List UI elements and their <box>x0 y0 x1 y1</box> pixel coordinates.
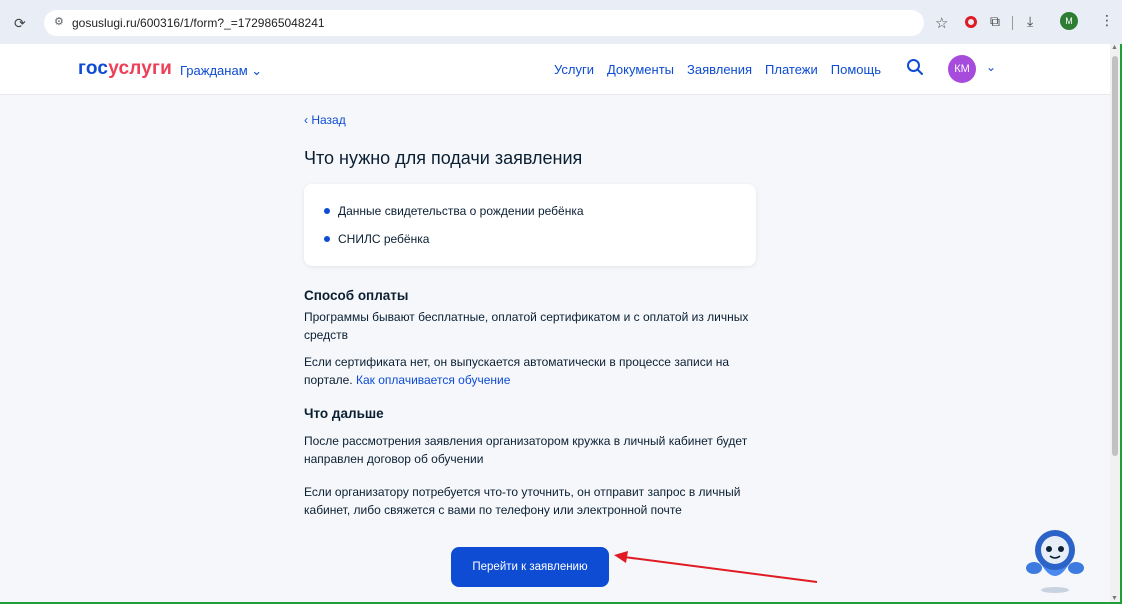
next-paragraph: Если организатору потребуется что-то уто… <box>304 485 741 517</box>
browser-profile-avatar[interactable]: M <box>1060 12 1078 30</box>
bullet-icon <box>324 207 330 214</box>
site-info-icon[interactable]: ⚙ <box>54 15 64 28</box>
chevron-left-icon: ‹ <box>304 113 308 127</box>
bullet-icon <box>324 235 330 242</box>
requirement-text: Данные свидетельства о рождении ребёнка <box>338 204 584 218</box>
opera-extension-icon[interactable] <box>965 16 977 28</box>
toolbar-divider <box>1012 16 1013 30</box>
reload-icon[interactable]: ⟳ <box>14 15 26 32</box>
logo-part-gos: гос <box>78 58 109 79</box>
section-title-next: Что дальше <box>304 406 384 421</box>
annotation-arrow-icon <box>614 551 818 583</box>
next-paragraph: После рассмотрения заявления организатор… <box>304 434 748 466</box>
site-header: госуслуги Гражданам ⌄ Услуги Документы З… <box>0 44 1110 95</box>
list-item: СНИЛС ребёнка <box>324 232 429 246</box>
browser-menu-icon[interactable]: ⋮ <box>1100 12 1114 29</box>
citizens-menu-label: Гражданам <box>180 63 248 78</box>
robot-assistant-icon[interactable] <box>1022 520 1088 596</box>
payment-info-link[interactable]: Как оплачивается обучение <box>356 373 510 387</box>
requirements-card: Данные свидетельства о рождении ребёнка … <box>304 184 756 266</box>
back-link[interactable]: ‹ Назад <box>304 113 346 127</box>
requirement-text: СНИЛС ребёнка <box>338 232 430 246</box>
browser-toolbar: ⟳ ⚙ gosuslugi.ru/600316/1/form?_=1729865… <box>0 0 1122 44</box>
main-nav: Услуги Документы Заявления Платежи Помощ… <box>554 62 881 77</box>
list-item: Данные свидетельства о рождении ребёнка <box>324 204 584 218</box>
user-avatar[interactable]: КМ <box>948 55 976 83</box>
page-content: ‹ Назад Что нужно для подачи заявления Д… <box>0 95 1110 602</box>
section-title-payment: Способ оплаты <box>304 288 409 303</box>
payment-paragraph: Если сертификата нет, он выпускается авт… <box>304 353 774 389</box>
nav-item-applications[interactable]: Заявления <box>687 62 752 77</box>
back-link-label: Назад <box>311 113 346 127</box>
search-icon[interactable] <box>906 58 924 76</box>
chevron-down-icon[interactable]: ⌄ <box>986 60 996 74</box>
gosuslugi-logo[interactable]: госуслуги <box>78 58 172 80</box>
page-title: Что нужно для подачи заявления <box>304 148 583 168</box>
payment-paragraph: Программы бывают бесплатные, оплатой сер… <box>304 310 749 342</box>
nav-item-payments[interactable]: Платежи <box>765 62 818 77</box>
scroll-down-icon[interactable]: ▼ <box>1111 595 1118 602</box>
url-text[interactable]: gosuslugi.ru/600316/1/form?_=17298650482… <box>72 16 325 30</box>
go-to-application-button[interactable]: Перейти к заявлению <box>451 547 609 587</box>
citizens-menu[interactable]: Гражданам ⌄ <box>180 63 262 79</box>
extensions-puzzle-icon[interactable]: ⧉ <box>990 13 1000 30</box>
nav-item-help[interactable]: Помощь <box>831 62 881 77</box>
logo-part-uslugi: услуги <box>108 58 173 79</box>
download-icon[interactable]: ⤓ <box>1027 13 1033 30</box>
page-scrollbar[interactable]: ▲ ▼ <box>1110 44 1120 602</box>
chevron-down-icon: ⌄ <box>251 63 263 78</box>
address-bar[interactable]: ⚙ gosuslugi.ru/600316/1/form?_=172986504… <box>44 10 924 36</box>
nav-item-services[interactable]: Услуги <box>554 62 594 77</box>
scrollbar-thumb[interactable] <box>1112 56 1118 456</box>
scroll-up-icon[interactable]: ▲ <box>1111 44 1118 51</box>
bookmark-star-icon[interactable]: ☆ <box>935 14 948 32</box>
nav-item-documents[interactable]: Документы <box>607 62 674 77</box>
